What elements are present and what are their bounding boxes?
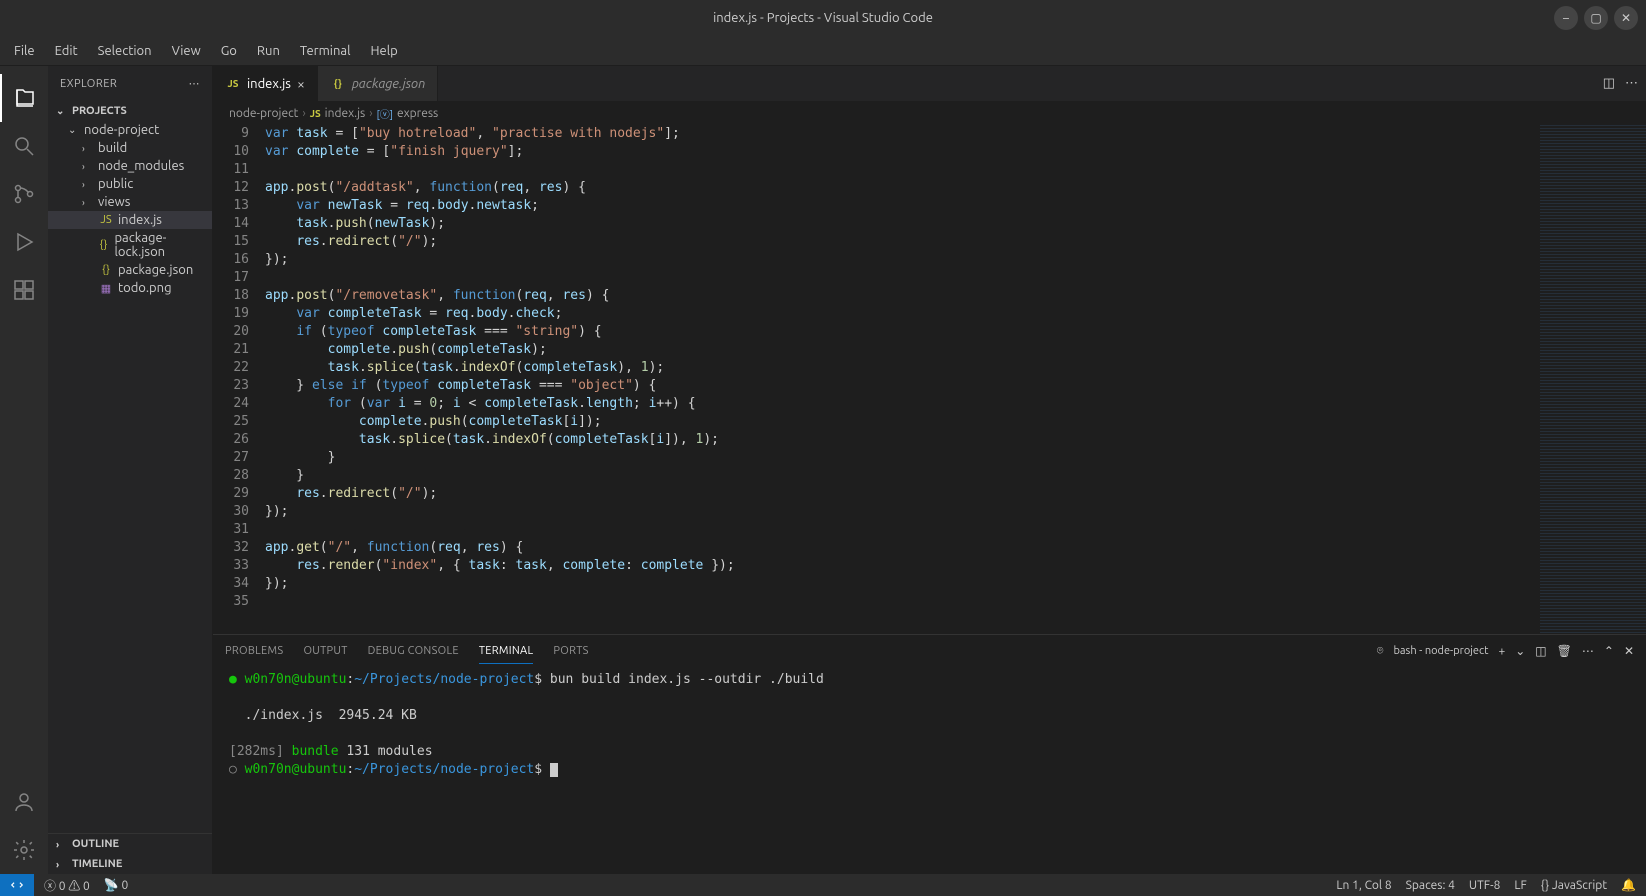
ports-status[interactable]: 📡 0 — [104, 878, 128, 892]
cursor-position[interactable]: Ln 1, Col 8 — [1336, 879, 1391, 892]
menu-selection[interactable]: Selection — [88, 40, 162, 62]
source-control-icon[interactable] — [0, 170, 48, 218]
split-terminal-icon[interactable]: ◫ — [1535, 644, 1546, 658]
encoding-status[interactable]: UTF-8 — [1469, 879, 1500, 892]
panel-tab-terminal[interactable]: TERMINAL — [479, 639, 534, 664]
panel-tab-debug-console[interactable]: DEBUG CONSOLE — [368, 639, 459, 663]
project-section[interactable]: ⌄ PROJECTS — [48, 101, 212, 121]
kill-terminal-icon[interactable]: 🗑 — [1557, 644, 1572, 658]
tree-file-index-js[interactable]: JSindex.js — [48, 211, 212, 229]
activity-bar — [0, 66, 48, 874]
minimap[interactable] — [1536, 125, 1646, 634]
tab-index-js[interactable]: JSindex.js× — [213, 66, 318, 101]
more-terminal-icon[interactable]: ⋯ — [1582, 644, 1594, 658]
chevron-down-icon: ⌄ — [56, 105, 68, 117]
chevron-right-icon: › — [369, 107, 372, 120]
code-content[interactable]: var task = ["buy hotreload", "practise w… — [265, 125, 1536, 634]
code-editor[interactable]: 9101112131415161718192021222324252627282… — [213, 125, 1646, 634]
extensions-icon[interactable] — [0, 266, 48, 314]
breadcrumb-part[interactable]: express — [397, 107, 438, 120]
tree-folder-public[interactable]: ›public — [48, 175, 212, 193]
symbol-icon: [ⓥ] — [377, 106, 393, 121]
tree-file-package-lock-json[interactable]: {}package-lock.json — [48, 229, 212, 261]
statusbar: ⓧ 0 ⚠ 0 📡 0 Ln 1, Col 8 Spaces: 4 UTF-8 … — [0, 874, 1646, 896]
panel-tab-output[interactable]: OUTPUT — [303, 639, 347, 663]
language-mode[interactable]: {} JavaScript — [1541, 879, 1607, 892]
terminal-output[interactable]: ● w0n70n@ubuntu:~/Projects/node-project$… — [213, 667, 1646, 874]
explorer-icon[interactable] — [0, 74, 48, 122]
search-icon[interactable] — [0, 122, 48, 170]
tree-file-package-json[interactable]: {}package.json — [48, 261, 212, 279]
split-editor-icon[interactable]: ◫ — [1603, 76, 1615, 91]
line-numbers: 9101112131415161718192021222324252627282… — [213, 125, 265, 634]
settings-gear-icon[interactable] — [0, 826, 48, 874]
panel-tab-ports[interactable]: PORTS — [553, 639, 588, 663]
minimize-button[interactable]: – — [1554, 6, 1578, 30]
tree-folder-node_modules[interactable]: ›node_modules — [48, 157, 212, 175]
menu-view[interactable]: View — [162, 40, 211, 62]
accounts-icon[interactable] — [0, 778, 48, 826]
indentation-status[interactable]: Spaces: 4 — [1406, 879, 1455, 892]
terminal-shell-label[interactable]: bash - node-project — [1393, 645, 1488, 657]
tree-file-todo-png[interactable]: ▦todo.png — [48, 279, 212, 297]
menu-terminal[interactable]: Terminal — [290, 40, 361, 62]
panel-tabs: PROBLEMS OUTPUT DEBUG CONSOLE TERMINAL PORTS… — [213, 635, 1646, 667]
breadcrumb-part[interactable]: node-project — [229, 107, 298, 120]
editor-tabs: JSindex.js×{}package.json ◫ ⋯ — [213, 66, 1646, 101]
menu-help[interactable]: Help — [360, 40, 407, 62]
tree-folder-build[interactable]: ›build — [48, 139, 212, 157]
new-terminal-icon[interactable]: + — [1498, 645, 1505, 658]
menu-run[interactable]: Run — [247, 40, 290, 62]
titlebar: index.js - Projects - Visual Studio Code… — [0, 0, 1646, 36]
sidebar: EXPLORER ⋯ ⌄ PROJECTS ⌄node-project›buil… — [48, 66, 213, 874]
menu-edit[interactable]: Edit — [45, 40, 88, 62]
terminal-shell-icon[interactable]: ⌾ — [1377, 645, 1384, 658]
run-debug-icon[interactable] — [0, 218, 48, 266]
bottom-panel: PROBLEMS OUTPUT DEBUG CONSOLE TERMINAL PORTS… — [213, 634, 1646, 874]
errors-status[interactable]: ⓧ 0 ⚠ 0 — [44, 877, 90, 894]
timeline-section[interactable]: › TIMELINE — [48, 854, 212, 874]
terminal-dropdown-icon[interactable]: ⌄ — [1515, 644, 1525, 658]
maximize-panel-icon[interactable]: ⌃ — [1604, 644, 1614, 658]
eol-status[interactable]: LF — [1514, 879, 1526, 892]
window-title: index.js - Projects - Visual Studio Code — [713, 11, 933, 25]
tab-package-json[interactable]: {}package.json — [318, 66, 438, 101]
sidebar-more-icon[interactable]: ⋯ — [189, 77, 201, 90]
file-tree: ⌄node-project›build›node_modules›public›… — [48, 121, 212, 833]
close-button[interactable]: ✕ — [1614, 6, 1638, 30]
tree-folder-views[interactable]: ›views — [48, 193, 212, 211]
panel-tab-problems[interactable]: PROBLEMS — [225, 639, 283, 663]
more-actions-icon[interactable]: ⋯ — [1625, 76, 1638, 91]
maximize-button[interactable]: ▢ — [1584, 6, 1608, 30]
menubar: FileEditSelectionViewGoRunTerminalHelp — [0, 36, 1646, 66]
notifications-icon[interactable]: 🔔 — [1621, 878, 1636, 892]
chevron-right-icon: › — [56, 859, 68, 870]
breadcrumb-part[interactable]: index.js — [325, 107, 366, 120]
chevron-right-icon: › — [302, 107, 305, 120]
menu-go[interactable]: Go — [211, 40, 247, 62]
menu-file[interactable]: File — [4, 40, 45, 62]
breadcrumbs[interactable]: node-project › JS index.js › [ⓥ] express — [213, 101, 1646, 125]
close-tab-icon[interactable]: × — [297, 76, 305, 92]
js-file-icon: JS — [310, 108, 321, 119]
remote-button[interactable] — [0, 874, 34, 896]
sidebar-title: EXPLORER — [60, 78, 117, 90]
chevron-right-icon: › — [56, 839, 68, 850]
outline-section[interactable]: › OUTLINE — [48, 834, 212, 854]
tree-root[interactable]: ⌄node-project — [48, 121, 212, 139]
close-panel-icon[interactable]: ✕ — [1624, 644, 1634, 658]
